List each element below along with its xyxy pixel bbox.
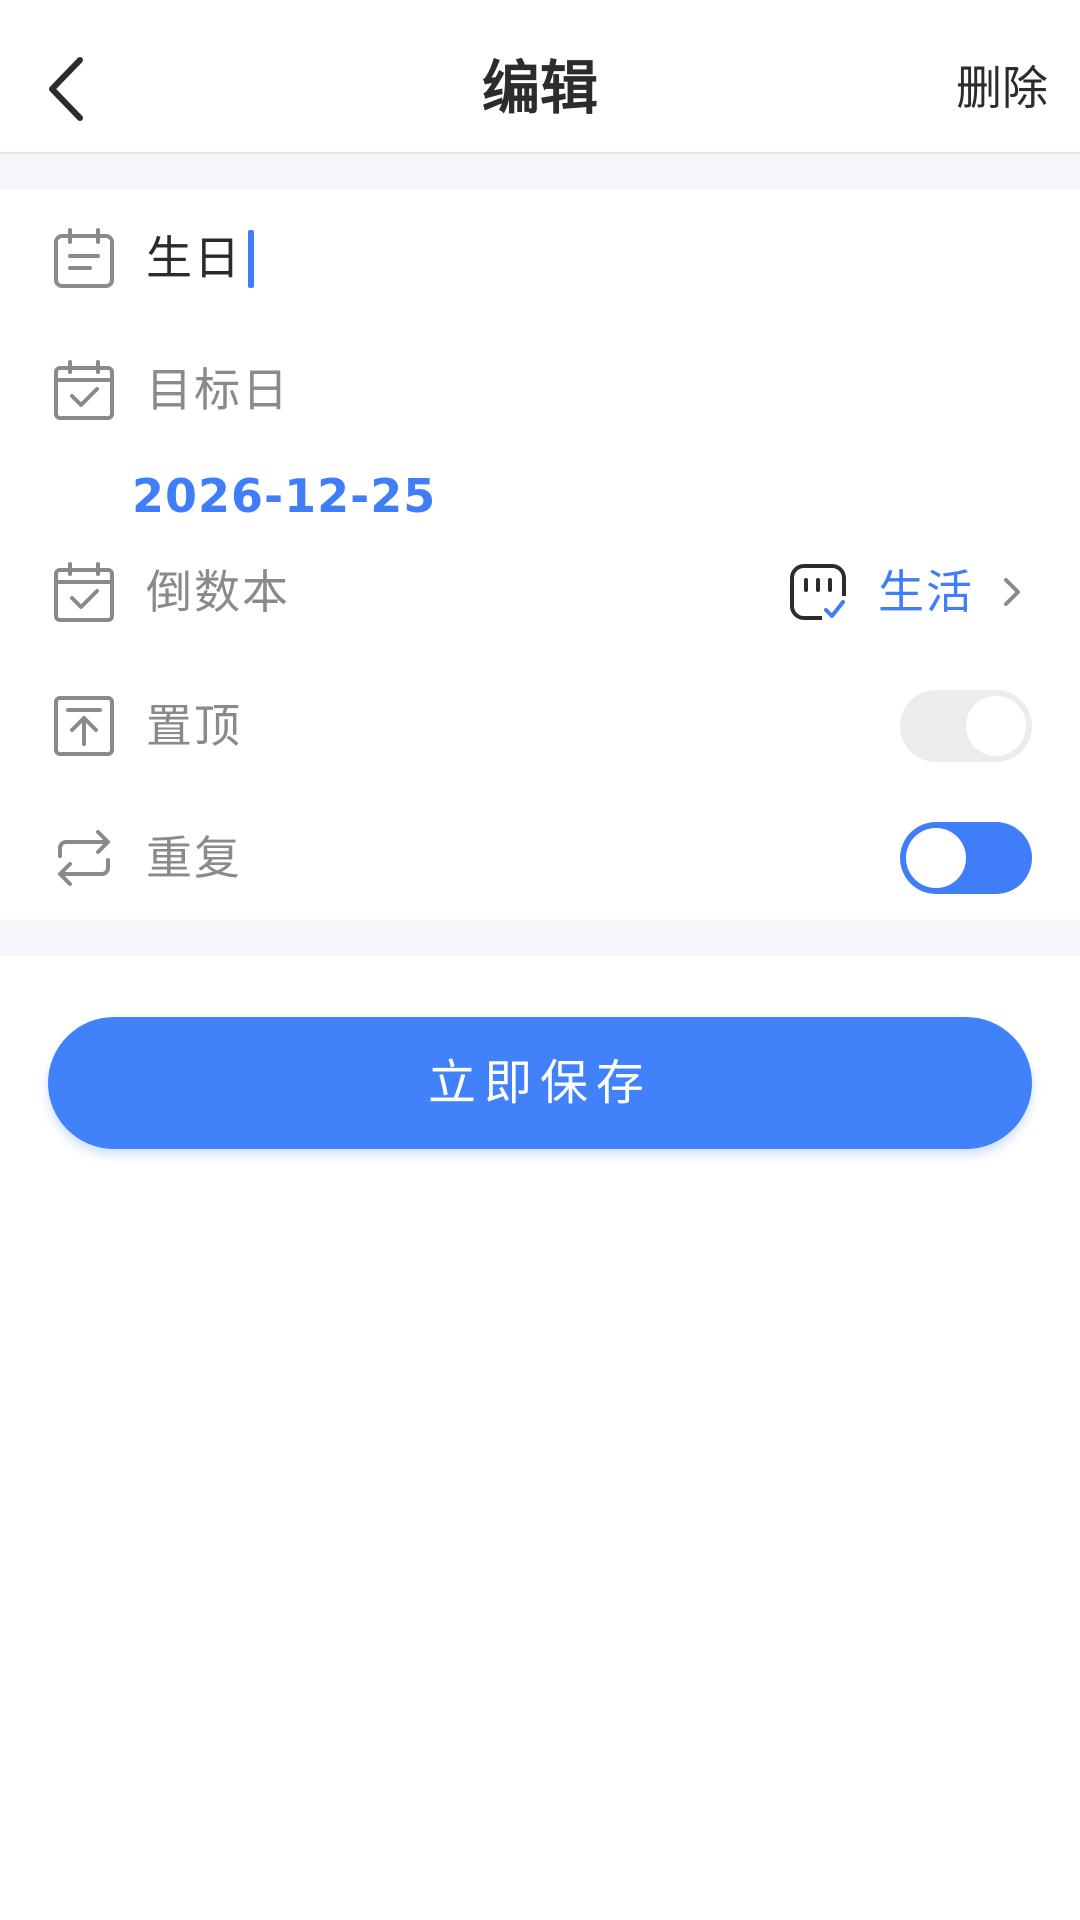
edit-page: 编辑 删除 生日 目标日 2026-12-25 倒数本 生活 置顶 重复 立即保…	[0, 0, 1080, 1920]
save-button[interactable]: 立即保存	[48, 1017, 1032, 1149]
pin-top-icon	[52, 694, 116, 758]
notebook-row[interactable]: 倒数本 生活	[0, 560, 1080, 624]
target-day-row[interactable]: 目标日	[0, 358, 1080, 422]
page-title: 编辑	[481, 54, 598, 122]
delete-button[interactable]: 删除	[956, 56, 1048, 120]
section-divider	[0, 154, 1080, 190]
notebook-value: 生活	[878, 565, 974, 619]
notebook-label: 倒数本	[146, 565, 290, 619]
chevron-right-icon	[1004, 578, 1020, 606]
repeat-label: 重复	[146, 831, 242, 885]
calendar-check-icon	[52, 560, 116, 624]
header-bar: 编辑 删除	[0, 0, 1080, 154]
name-row[interactable]: 生日	[0, 226, 1080, 290]
save-button-label: 立即保存	[427, 1055, 652, 1111]
pin-toggle[interactable]	[900, 690, 1032, 762]
toggle-knob	[966, 696, 1026, 756]
notebook-selector[interactable]: 生活	[788, 560, 1026, 624]
repeat-icon	[52, 826, 116, 890]
section-divider	[0, 920, 1080, 956]
target-day-label: 目标日	[146, 363, 290, 417]
calendar-check-icon	[52, 358, 116, 422]
pin-label: 置顶	[146, 699, 242, 753]
text-caret	[248, 230, 254, 288]
notebook-icon	[790, 564, 846, 620]
calendar-lines-icon	[52, 226, 116, 290]
toggle-knob	[906, 828, 966, 888]
target-date-value[interactable]: 2026-12-25	[132, 464, 436, 528]
pin-row: 置顶	[0, 690, 1080, 762]
name-input[interactable]: 生日	[146, 226, 242, 290]
repeat-toggle[interactable]	[900, 822, 1032, 894]
repeat-row: 重复	[0, 822, 1080, 894]
